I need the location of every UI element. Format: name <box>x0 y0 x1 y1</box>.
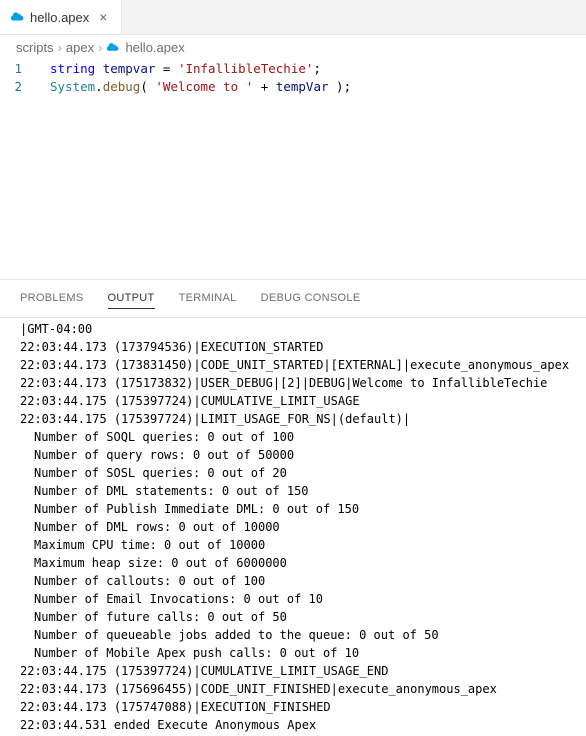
output-line: Maximum heap size: 0 out of 6000000 <box>20 554 566 572</box>
chevron-right-icon: › <box>58 40 62 55</box>
cloud-icon <box>10 10 24 25</box>
output-line: 22:03:44.173 (175696455)|CODE_UNIT_FINIS… <box>20 680 566 698</box>
cloud-icon <box>106 40 119 55</box>
breadcrumb: scripts › apex › hello.apex <box>0 35 586 60</box>
output-line: 22:03:44.173 (173794536)|EXECUTION_START… <box>20 338 566 356</box>
output-line: 22:03:44.173 (173831450)|CODE_UNIT_START… <box>20 356 566 374</box>
tab-output[interactable]: OUTPUT <box>108 288 155 309</box>
output-line: Number of SOSL queries: 0 out of 20 <box>20 464 566 482</box>
breadcrumb-item[interactable]: apex <box>66 40 94 55</box>
code-content[interactable]: string tempvar = 'InfallibleTechie'; <box>40 60 321 78</box>
output-line: Number of Email Invocations: 0 out of 10 <box>20 590 566 608</box>
output-line: 22:03:44.175 (175397724)|CUMULATIVE_LIMI… <box>20 662 566 680</box>
output-line: Number of callouts: 0 out of 100 <box>20 572 566 590</box>
chevron-right-icon: › <box>98 40 102 55</box>
tab-label: hello.apex <box>30 10 89 25</box>
editor-line[interactable]: 2System.debug( 'Welcome to ' + tempVar )… <box>0 78 586 96</box>
output-line: |GMT-04:00 <box>20 320 566 338</box>
output-line: 22:03:44.175 (175397724)|LIMIT_USAGE_FOR… <box>20 410 566 428</box>
code-editor[interactable]: 1string tempvar = 'InfallibleTechie';2Sy… <box>0 60 586 96</box>
tab-bar: hello.apex × <box>0 0 586 35</box>
output-line: 22:03:44.175 (175397724)|CUMULATIVE_LIMI… <box>20 392 566 410</box>
editor-line[interactable]: 1string tempvar = 'InfallibleTechie'; <box>0 60 586 78</box>
output-line: Number of SOQL queries: 0 out of 100 <box>20 428 566 446</box>
editor-empty-area[interactable] <box>0 96 586 279</box>
output-line: Number of queueable jobs added to the qu… <box>20 626 566 644</box>
output-line: Maximum CPU time: 0 out of 10000 <box>20 536 566 554</box>
panel-tab-bar: PROBLEMS OUTPUT TERMINAL DEBUG CONSOLE <box>0 279 586 318</box>
tab-debug-console[interactable]: DEBUG CONSOLE <box>261 288 361 309</box>
output-line: 22:03:44.173 (175173832)|USER_DEBUG|[2]|… <box>20 374 566 392</box>
tab-hello-apex[interactable]: hello.apex × <box>0 0 122 34</box>
breadcrumb-item[interactable]: scripts <box>16 40 54 55</box>
tab-problems[interactable]: PROBLEMS <box>20 288 84 309</box>
breadcrumb-item[interactable]: hello.apex <box>125 40 184 55</box>
output-line: Number of Publish Immediate DML: 0 out o… <box>20 500 566 518</box>
output-line: 22:03:44.173 (175747088)|EXECUTION_FINIS… <box>20 698 566 716</box>
close-icon[interactable]: × <box>95 9 111 25</box>
output-line: 22:03:44.531 ended Execute Anonymous Ape… <box>20 716 566 734</box>
output-line: Number of DML statements: 0 out of 150 <box>20 482 566 500</box>
output-line: Number of query rows: 0 out of 50000 <box>20 446 566 464</box>
output-line: Number of DML rows: 0 out of 10000 <box>20 518 566 536</box>
output-panel[interactable]: |GMT-04:0022:03:44.173 (173794536)|EXECU… <box>0 318 586 736</box>
tab-terminal[interactable]: TERMINAL <box>179 288 237 309</box>
output-line: Number of Mobile Apex push calls: 0 out … <box>20 644 566 662</box>
line-number: 1 <box>0 60 40 78</box>
output-line: Number of future calls: 0 out of 50 <box>20 608 566 626</box>
line-number: 2 <box>0 78 40 96</box>
code-content[interactable]: System.debug( 'Welcome to ' + tempVar ); <box>40 78 351 96</box>
